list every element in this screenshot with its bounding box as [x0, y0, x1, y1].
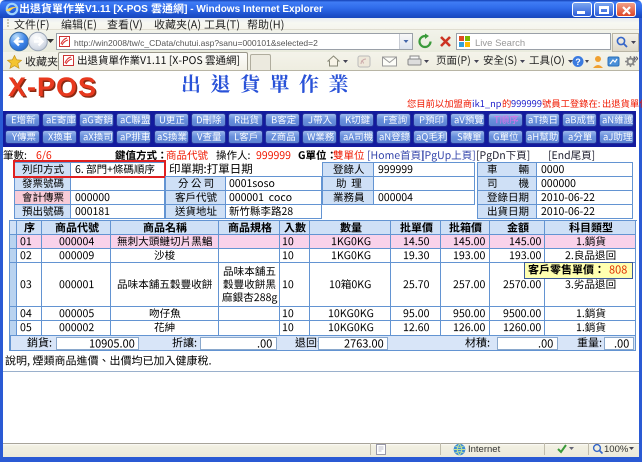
svg-text:?: ?	[575, 57, 581, 67]
